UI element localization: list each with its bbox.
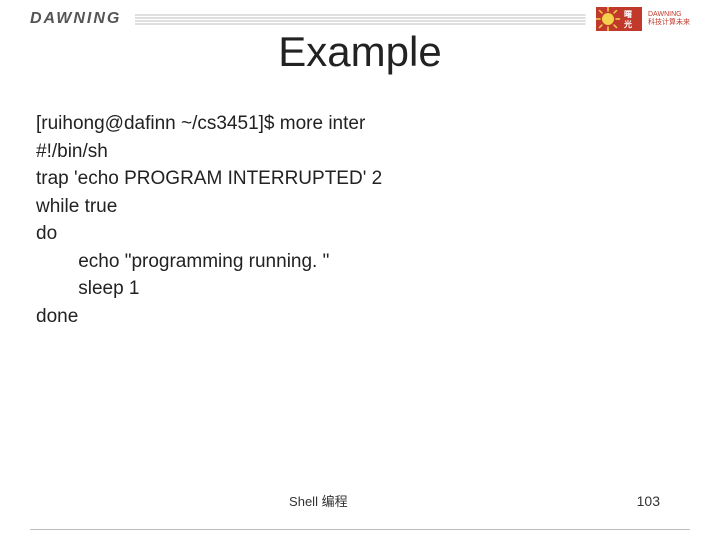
footer-label: Shell 编程 — [0, 491, 637, 510]
footer-rule-line — [30, 529, 690, 530]
brand-left-text: DAWNING — [30, 10, 121, 28]
header-rule-lines — [135, 13, 586, 25]
brand-right-sub: 科技计算未来 — [648, 19, 690, 27]
code-example-block: [ruihong@dafinn ~/cs3451]$ more inter #!… — [36, 110, 684, 330]
slide-title: Example — [0, 28, 720, 76]
svg-text:曙: 曙 — [624, 9, 632, 19]
brand-right-top: DAWNING — [648, 11, 690, 19]
slide-footer: Shell 编程 103 — [0, 491, 720, 510]
brand-right-caption: DAWNING 科技计算未来 — [648, 11, 690, 26]
page-number: 103 — [637, 493, 660, 509]
